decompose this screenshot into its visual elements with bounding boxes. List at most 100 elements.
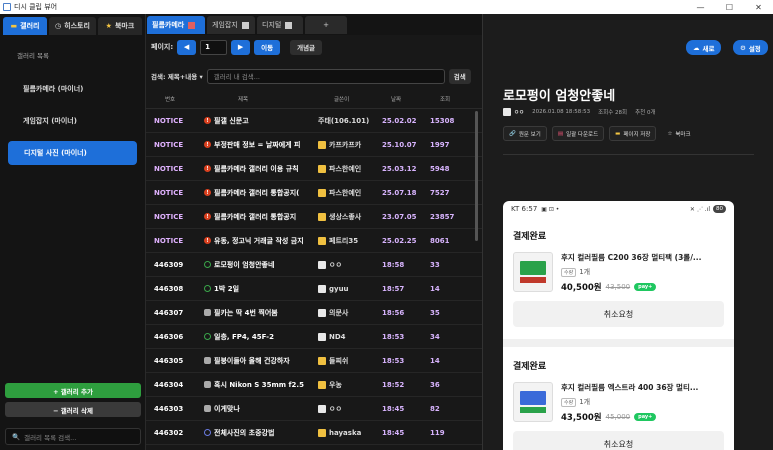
view-original-button[interactable]: 🔗 원문 보기 bbox=[503, 126, 547, 141]
table-row[interactable]: NOTICE ! 부정판매 정보 = 날짜에게 피 카프카프카 25.10.07 1997 bbox=[146, 133, 482, 157]
close-tab-icon[interactable] bbox=[241, 21, 249, 29]
table-row[interactable]: NOTICE ! 필름카메라 갤러리 이용 규칙 파스한예인 25.03.12 5948 bbox=[146, 157, 482, 181]
post-title-cell[interactable]: ! 필름카메라 갤러리 통합공지( bbox=[198, 188, 312, 198]
table-row[interactable]: 446304 혹시 Nikon S 35mm f2.5 우농 18:52 36 bbox=[146, 373, 482, 397]
post-title-cell[interactable]: ! 유동, 정고닉 거래글 작성 금지 bbox=[198, 236, 312, 246]
user-badge-icon bbox=[318, 188, 326, 197]
post-views: 35 bbox=[430, 308, 440, 317]
post-author: 페트리35 bbox=[312, 236, 376, 246]
notice-icon: ! bbox=[204, 141, 211, 148]
close-tab-icon[interactable] bbox=[188, 21, 196, 29]
maximize-button[interactable]: ☐ bbox=[715, 3, 744, 12]
prev-page-button[interactable]: ◀ bbox=[177, 39, 197, 55]
table-row[interactable]: 446309 로모펑이 엄청안좋네 ㅇㅇ 18:58 33 bbox=[146, 253, 482, 277]
remove-gallery-button[interactable]: − 갤러리 삭제 bbox=[5, 402, 141, 417]
table-row[interactable]: 446305 필붕이들아 올해 건강하자 들찌쉬 18:53 14 bbox=[146, 349, 482, 373]
post-title-cell[interactable]: ! 필름카메라 갤러리 통합공지 bbox=[198, 212, 312, 222]
app-icon bbox=[3, 3, 11, 11]
post-number: NOTICE bbox=[154, 236, 184, 245]
post-views: 5948 bbox=[430, 164, 450, 173]
gallery-item-game-magazine[interactable]: 게임잡지 (마이너) bbox=[15, 109, 137, 133]
star-icon: ★ bbox=[105, 22, 112, 30]
post-number: NOTICE bbox=[154, 116, 184, 125]
post-date: 18:45 bbox=[382, 404, 405, 413]
settings-button[interactable]: ⚙ 설정 bbox=[733, 40, 768, 55]
post-views: 34 bbox=[430, 332, 440, 341]
post-date: 25.07.18 bbox=[382, 188, 417, 197]
refresh-button[interactable]: ☁ 새로 bbox=[686, 40, 722, 55]
tab-history[interactable]: ◷ 히스토리 bbox=[49, 17, 96, 35]
post-title-cell[interactable]: 필카는 딱 4번 찍어봄 bbox=[198, 308, 312, 318]
notice-icon: ! bbox=[204, 213, 211, 220]
original-price: 45,000 bbox=[605, 413, 631, 421]
table-row[interactable]: 446307 필카는 딱 4번 찍어봄 의문사 18:56 35 bbox=[146, 301, 482, 325]
new-tab-button[interactable]: + bbox=[305, 16, 347, 34]
post-number: 446306 bbox=[154, 332, 184, 341]
search-input[interactable]: 갤러리 내 검색... bbox=[206, 68, 445, 84]
post-title-cell[interactable]: 1박 2일 bbox=[198, 284, 312, 294]
bulk-download-button[interactable]: ▤ 일괄 다운로드 bbox=[551, 126, 605, 141]
search-row: 검색: 제목+내용 ▾ 갤러리 내 검색... 검색 bbox=[146, 66, 482, 86]
minimize-button[interactable]: — bbox=[686, 3, 715, 12]
gallery-item-film-camera[interactable]: 필름카메라 (마이너) bbox=[15, 77, 137, 101]
tab-game-magazine[interactable]: 게임잡지 bbox=[207, 16, 255, 34]
concept-button[interactable]: 개념글 bbox=[290, 39, 323, 55]
post-number: 446309 bbox=[154, 260, 184, 269]
post-title-cell[interactable]: 필붕이들아 올해 건강하자 bbox=[198, 356, 312, 366]
post-title-cell[interactable]: 이게맞나 bbox=[198, 404, 312, 414]
table-row[interactable]: NOTICE ! 유동, 정고닉 거래글 작성 금지 페트리35 25.02.25 806… bbox=[146, 229, 482, 253]
post-views: 33 bbox=[430, 260, 440, 269]
post-title-cell[interactable]: ! 부정판매 정보 = 날짜에게 피 bbox=[198, 140, 312, 150]
post-author: 의문사 bbox=[312, 308, 376, 318]
window-title: 디시 클립 뷰어 bbox=[14, 3, 58, 11]
table-row[interactable]: 446302 전체사진의 초중강법 hayaska 18:45 119 bbox=[146, 421, 482, 445]
tab-gallery[interactable]: ▬ 갤러리 bbox=[3, 17, 48, 35]
table-row[interactable]: NOTICE ! 필름카메라 갤러리 통합공지(파스한예인 25.07.18 7527 bbox=[146, 181, 482, 205]
comment-icon bbox=[204, 357, 211, 364]
table-row[interactable]: 446306 일층, FP4, 45F-2 ND4 18:53 34 bbox=[146, 325, 482, 349]
go-button[interactable]: 이동 bbox=[254, 39, 281, 55]
tab-digital[interactable]: 디지털 bbox=[257, 16, 303, 34]
next-page-button[interactable]: ▶ bbox=[231, 39, 251, 55]
add-gallery-button[interactable]: + 갤러리 추가 bbox=[5, 383, 141, 398]
post-title-cell[interactable]: ! 필갤 신문고 bbox=[198, 116, 312, 126]
post-number: NOTICE bbox=[154, 188, 184, 197]
post-title-cell[interactable]: ! 필름카메라 갤러리 이용 규칙 bbox=[198, 164, 312, 174]
post-author: 들찌쉬 bbox=[312, 356, 376, 366]
bookmark-button[interactable]: ☆ 북마크 bbox=[661, 126, 696, 141]
close-button[interactable]: ✕ bbox=[744, 3, 773, 12]
page-input[interactable]: 1 bbox=[200, 39, 228, 55]
link-icon: 🔗 bbox=[509, 130, 516, 137]
search-button[interactable]: 검색 bbox=[448, 68, 471, 84]
close-tab-icon[interactable] bbox=[285, 21, 293, 29]
post-number: 446308 bbox=[154, 284, 184, 293]
post-author: ㅇㅇ bbox=[312, 260, 376, 270]
tab-film-camera[interactable]: 필름카메라 bbox=[147, 16, 205, 34]
comment-icon bbox=[204, 309, 211, 316]
notice-icon: ! bbox=[204, 237, 211, 244]
clock-icon: ◷ bbox=[55, 22, 62, 30]
user-badge-icon bbox=[318, 140, 326, 149]
post-date: 18:53 bbox=[382, 332, 405, 341]
gallery-item-digital-photo[interactable]: 디지털 사진 (마이너) bbox=[8, 141, 137, 165]
post-author: 주태(106.101) bbox=[318, 116, 370, 125]
cloud-icon: ☁ bbox=[693, 43, 700, 52]
scrollbar[interactable] bbox=[475, 111, 478, 241]
post-views: 119 bbox=[430, 428, 445, 437]
order-card: 결제완료 후지 컬러필름 엑스트라 400 36장 멀티... 수량 1개 43,… bbox=[513, 359, 724, 450]
tab-bookmark[interactable]: ★ 북마크 bbox=[97, 17, 142, 35]
post-title-cell[interactable]: 로모펑이 엄청안좋네 bbox=[198, 260, 312, 270]
table-row[interactable]: 446303 이게맞나 ㅇㅇ 18:45 82 bbox=[146, 397, 482, 421]
post-title-cell[interactable]: 일층, FP4, 45F-2 bbox=[198, 332, 312, 342]
post-views: 23857 bbox=[430, 212, 455, 221]
gallery-search-input[interactable]: 🔍 갤러리 목록 검색... bbox=[5, 428, 141, 445]
cancel-request-button: 취소요청 bbox=[513, 431, 724, 450]
post-title-cell[interactable]: 전체사진의 초중강법 bbox=[198, 428, 312, 438]
post-title-cell[interactable]: 혹시 Nikon S 35mm f2.5 bbox=[198, 380, 312, 390]
search-mode-select[interactable]: 검색: 제목+내용 ▾ bbox=[151, 71, 203, 81]
save-page-button[interactable]: ▬ 페이지 저장 bbox=[609, 126, 657, 141]
signal-icon: ✕ ⋰ .ıl bbox=[689, 205, 710, 213]
table-row[interactable]: NOTICE ! 필름카메라 갤러리 통합공지 생상스좋사 23.07.05 23857 bbox=[146, 205, 482, 229]
table-row[interactable]: NOTICE ! 필갤 신문고 주태(106.101) 25.02.02 15308 bbox=[146, 109, 482, 133]
table-row[interactable]: 446308 1박 2일 gyuu 18:57 14 bbox=[146, 277, 482, 301]
